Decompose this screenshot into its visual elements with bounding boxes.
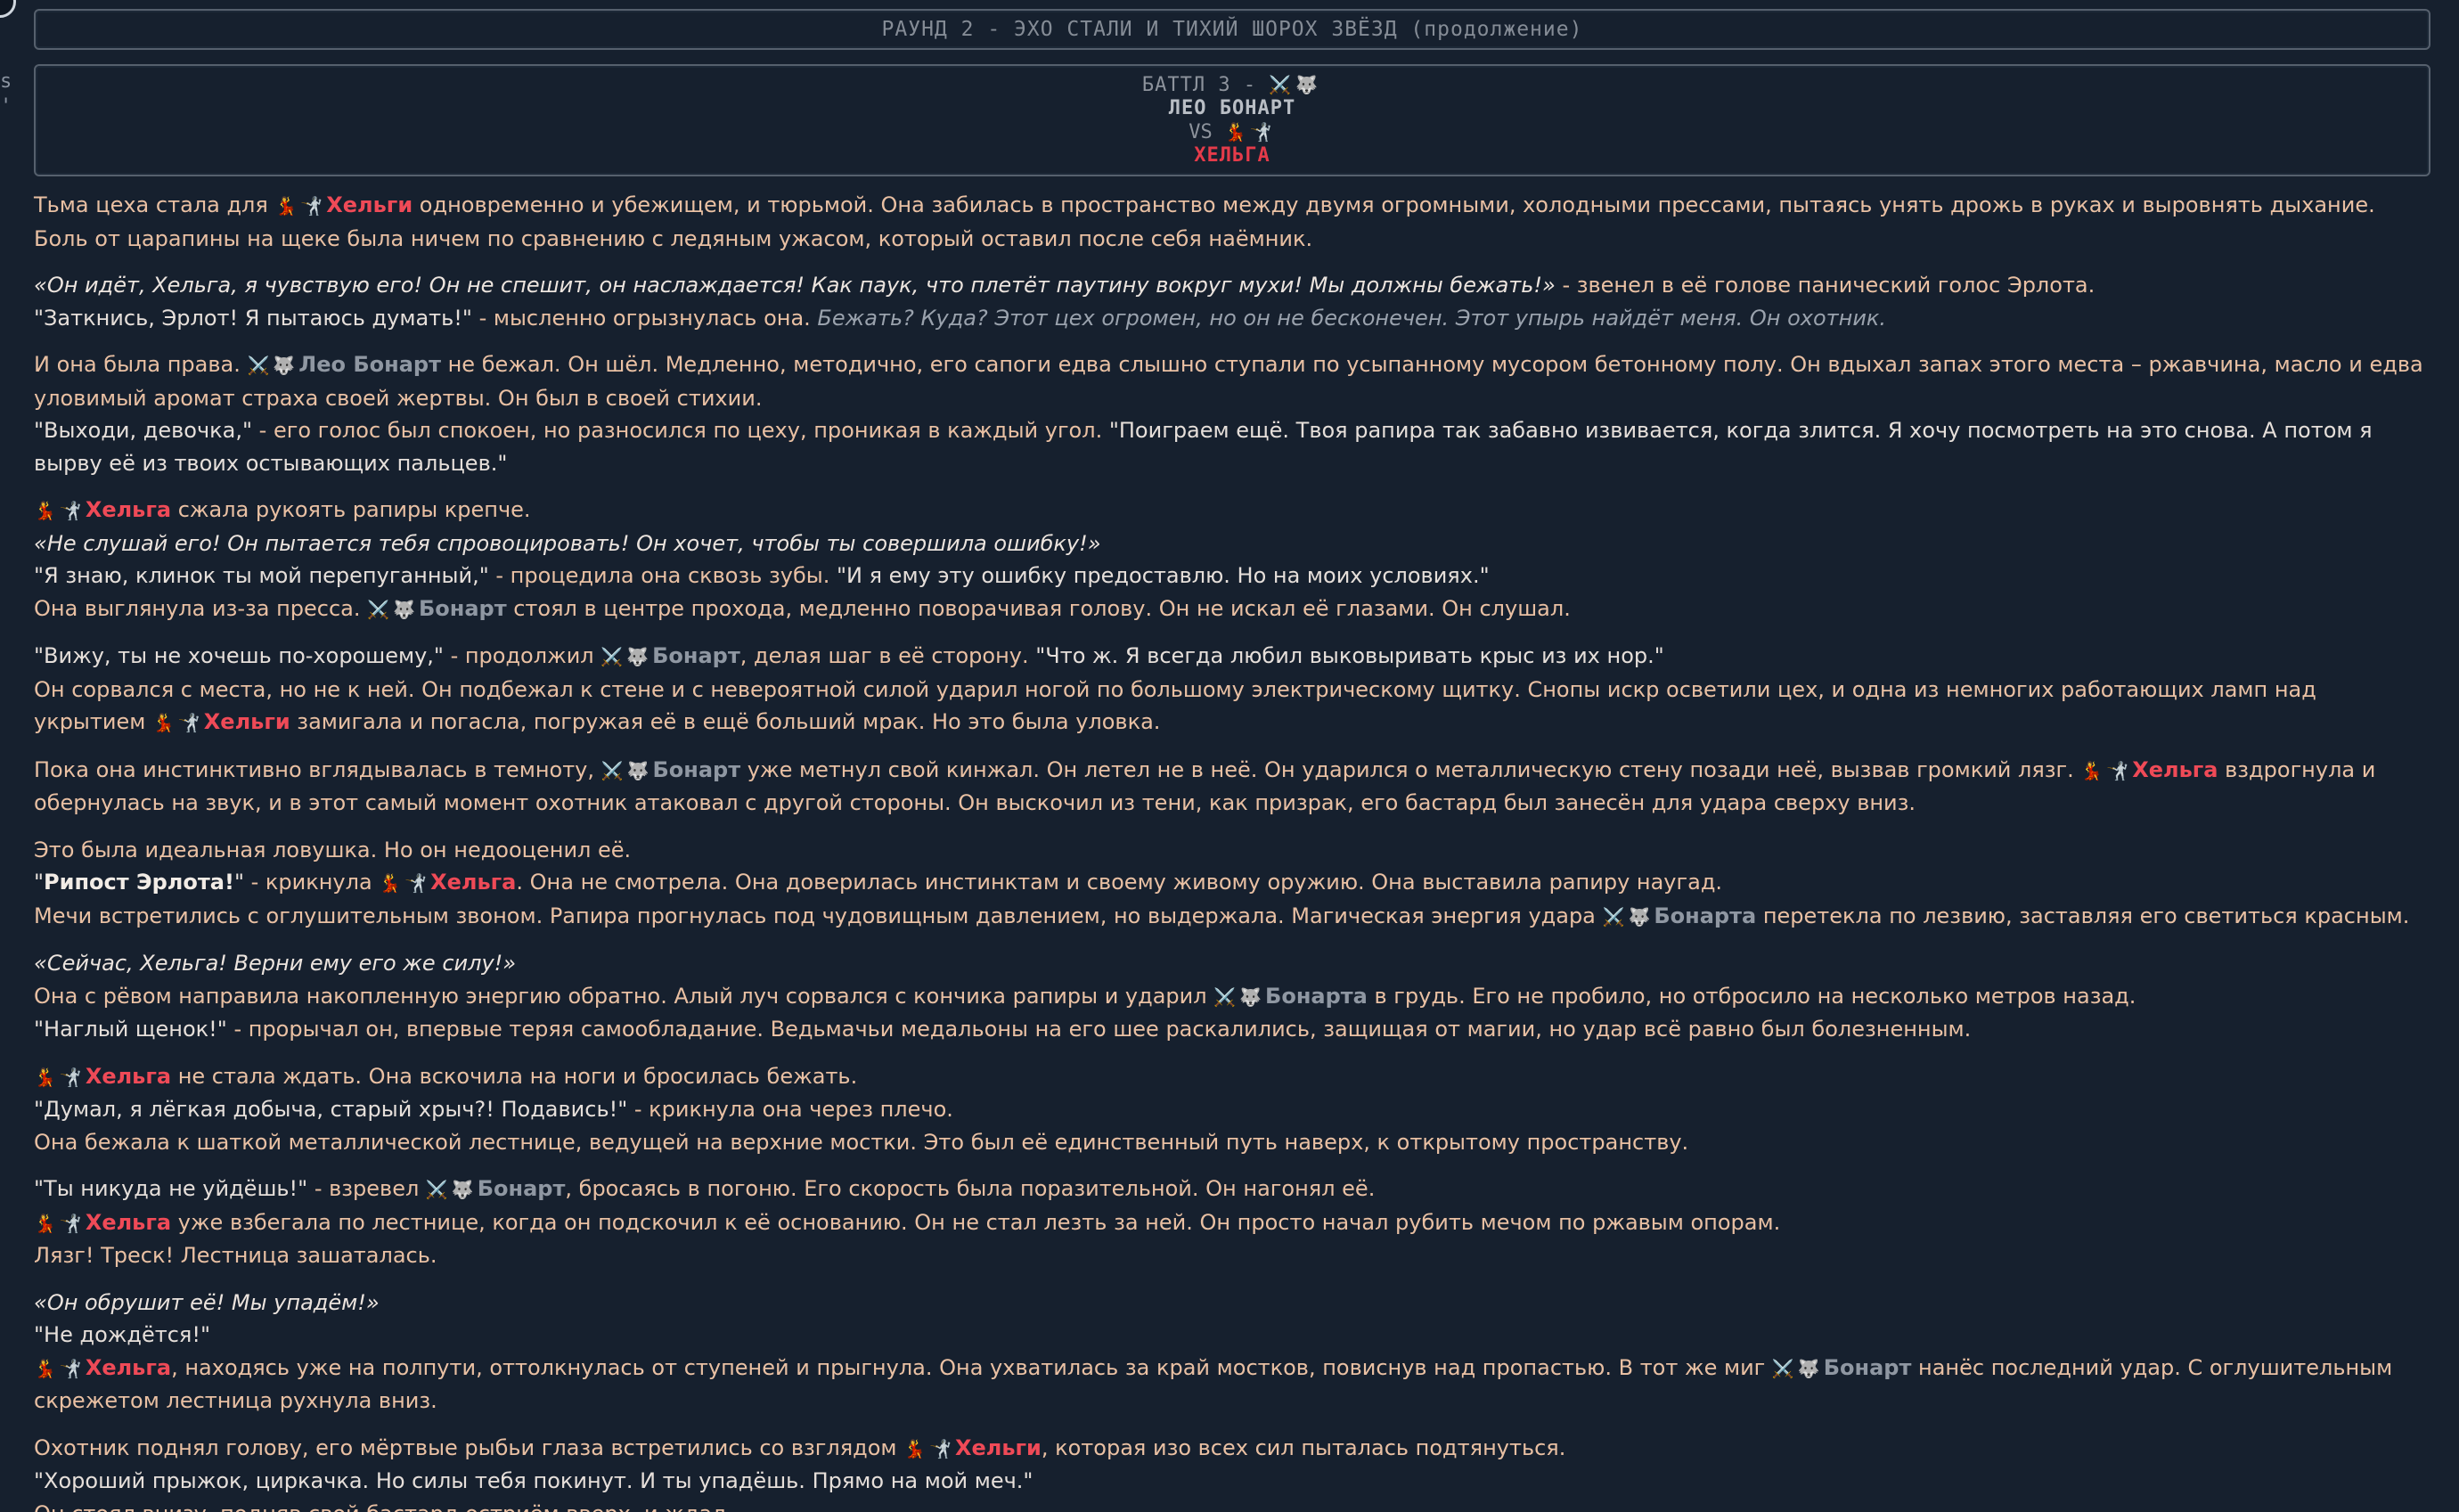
story-paragraph: Охотник поднял голову, его мёртвые рыбьи… xyxy=(34,1432,2430,1512)
fencer-icon: 🤺 xyxy=(404,872,428,894)
character-name-helga: Хельга xyxy=(85,1209,172,1235)
story-text: Тьма цеха стала для 💃 🤺 Хельги одновременн… xyxy=(34,189,2430,1512)
wolf-icon: 🐺 xyxy=(393,598,415,620)
character-name-helga: Хельги xyxy=(203,709,290,734)
dialogue-text: "Что ж. Я всегда любил выковыривать крыс… xyxy=(1035,643,1664,668)
fencer-icon: 🤺 xyxy=(177,712,200,733)
thought-text: «Не слушай его! Он пытается тебя спровоц… xyxy=(34,530,1101,556)
dancer-icon: 💃 xyxy=(379,872,402,894)
story-paragraph: Пока она инстинктивно вглядывалась в тем… xyxy=(34,754,2430,820)
crossed-swords-icon: ⚔️ xyxy=(1213,985,1237,1008)
dancer-icon: 💃 xyxy=(903,1437,927,1459)
dancer-icon: 💃 xyxy=(2080,759,2104,781)
crossed-swords-icon: ⚔️ xyxy=(600,646,624,667)
fencer-icon: 🤺 xyxy=(59,500,82,521)
crossed-swords-icon: ⚔️ xyxy=(1602,905,1625,928)
character-name-bonart: Бонарт xyxy=(652,756,741,782)
story-paragraph: Это была идеальная ловушка. Но он недооц… xyxy=(34,834,2430,934)
crossed-swords-icon: ⚔️ xyxy=(247,355,270,376)
crossed-swords-icon: ⚔️ xyxy=(367,598,390,620)
fighter-1-name: ЛЕО БОНАРТ xyxy=(1168,97,1296,119)
story-paragraph: 💃 🤺 Хельга не стала ждать. Она вскочила на… xyxy=(34,1060,2430,1159)
wolf-icon: 🐺 xyxy=(626,759,649,781)
inner-thought-text: Бежать? Куда? Этот цех огромен, но он не… xyxy=(817,305,1887,331)
story-paragraph: Тьма цеха стала для 💃 🤺 Хельги одновременн… xyxy=(34,189,2430,255)
story-paragraph: И она была права. ⚔️ 🐺 Лео Бонарт не бежал… xyxy=(34,348,2430,479)
fencer-icon: 🤺 xyxy=(300,195,323,217)
character-name-helga: Хельга xyxy=(2132,756,2218,782)
character-name-bonart: Бонарт xyxy=(477,1176,566,1201)
fencer-icon: 🤺 xyxy=(929,1437,952,1459)
fencer-icon: 🤺 xyxy=(59,1212,82,1234)
story-paragraph: «Сейчас, Хельга! Верни ему его же силу!»… xyxy=(34,947,2430,1046)
story-paragraph: «Он идёт, Хельга, я чувствую его! Он не … xyxy=(34,273,2095,331)
dialogue-text: "Вижу, ты не хочешь по-хорошему," xyxy=(34,643,444,668)
wolf-icon: 🐺 xyxy=(273,355,296,376)
character-name-helga: Хельга xyxy=(430,870,517,895)
dialogue-text: "Выходи, девочка," xyxy=(34,418,253,443)
character-name-helga: Хельга xyxy=(85,1354,172,1380)
thought-text: «Он идёт, Хельга, я чувствую его! Он не … xyxy=(34,273,1556,298)
battle-header-box: БАТТЛ 3 - ⚔️ 🐺 ЛЕО БОНАРТ VS 💃 🤺 ХЕЛЬГА xyxy=(34,64,2430,176)
dialogue-text: "Не дождётся!" xyxy=(34,1322,211,1347)
crossed-swords-icon: ⚔️ xyxy=(425,1179,448,1200)
crossed-swords-icon: ⚔️ xyxy=(1269,74,1293,95)
dancer-icon: 💃 xyxy=(34,1212,56,1234)
avatar-edge xyxy=(0,0,16,18)
dialogue-text: "Ты никуда не уйдёшь!" xyxy=(34,1176,308,1201)
thought-text: «Сейчас, Хельга! Верни ему его же силу!» xyxy=(34,951,517,976)
character-name-bonart: Бонарт xyxy=(652,643,740,668)
wolf-icon: 🐺 xyxy=(1797,1357,1820,1379)
character-name-helga: Хельга xyxy=(85,1063,172,1089)
character-name-helga: Хельги xyxy=(326,192,413,217)
character-name-helga: Хельга xyxy=(85,497,172,522)
story-paragraph: "Вижу, ты не хочешь по-хорошему," - прод… xyxy=(34,640,2430,740)
wolf-icon: 🐺 xyxy=(1295,74,1319,95)
thought-text: «Он обрушит её! Мы упадём!» xyxy=(34,1289,380,1315)
story-paragraph: «Он обрушит её! Мы упадём!» "Не дождётся… xyxy=(34,1287,2430,1418)
crossed-swords-icon: ⚔️ xyxy=(1771,1357,1794,1379)
dancer-icon: 💃 xyxy=(1223,121,1246,143)
dialogue-text: "Хороший прыжок, циркачка. Но силы тебя … xyxy=(34,1468,1033,1493)
dancer-icon: 💃 xyxy=(34,1357,56,1379)
fencer-icon: 🤺 xyxy=(59,1066,82,1088)
character-name-bonart: Бонарт xyxy=(1823,1354,1912,1380)
dialogue-text: "Наглый щенок!" xyxy=(34,1017,227,1042)
dialogue-text: "Думал, я лёгкая добыча, старый хрыч?! П… xyxy=(34,1097,628,1122)
character-name-bonart: Лео Бонарт xyxy=(298,352,441,377)
fencer-icon: 🤺 xyxy=(59,1357,82,1379)
edge-text: s 't xyxy=(0,70,12,118)
dialogue-text: "Заткнись, Эрлот! Я пытаюсь думать!" xyxy=(34,305,472,331)
wolf-icon: 🐺 xyxy=(626,646,649,667)
fencer-icon: 🤺 xyxy=(1249,121,1272,143)
character-name-helga: Хельги xyxy=(954,1434,1042,1460)
round-header-box: РАУНД 2 - ЭХО СТАЛИ И ТИХИЙ ШОРОХ ЗВЁЗД … xyxy=(34,9,2430,50)
character-name-bonart: Бонарта xyxy=(1265,983,1368,1009)
dialogue-text: "Я знаю, клинок ты мой перепуганный," xyxy=(34,563,489,588)
dancer-icon: 💃 xyxy=(34,1066,56,1088)
ability-name: Рипост Эрлота! xyxy=(44,870,234,895)
wolf-icon: 🐺 xyxy=(451,1179,474,1200)
message-content: РАУНД 2 - ЭХО СТАЛИ И ТИХИЙ ШОРОХ ЗВЁЗД … xyxy=(34,9,2430,1512)
dancer-icon: 💃 xyxy=(34,500,56,521)
wolf-icon: 🐺 xyxy=(1239,985,1262,1008)
fighter-2-name: ХЕЛЬГА xyxy=(1194,144,1270,167)
dancer-icon: 💃 xyxy=(274,195,298,217)
character-name-bonart: Бонарт xyxy=(418,595,507,621)
character-name-bonart: Бонарта xyxy=(1654,903,1757,928)
versus-label: VS 💃 🤺 xyxy=(1189,121,1272,143)
battle-title: БАТТЛ 3 - ⚔️ 🐺 xyxy=(1141,74,1319,96)
story-paragraph: "Ты никуда не уйдёшь!" - взревел ⚔️ 🐺 Бона… xyxy=(34,1173,2430,1272)
dancer-icon: 💃 xyxy=(151,712,175,733)
round-header: РАУНД 2 - ЭХО СТАЛИ И ТИХИЙ ШОРОХ ЗВЁЗД … xyxy=(881,18,1583,41)
story-paragraph: 💃 🤺 Хельга сжала рукоять рапиры крепче. «Н… xyxy=(34,494,2430,625)
crossed-swords-icon: ⚔️ xyxy=(600,759,624,781)
fencer-icon: 🤺 xyxy=(2106,759,2129,781)
wolf-icon: 🐺 xyxy=(1628,905,1651,928)
dialogue-text: "И я ему эту ошибку предоставлю. Но на м… xyxy=(836,563,1490,588)
